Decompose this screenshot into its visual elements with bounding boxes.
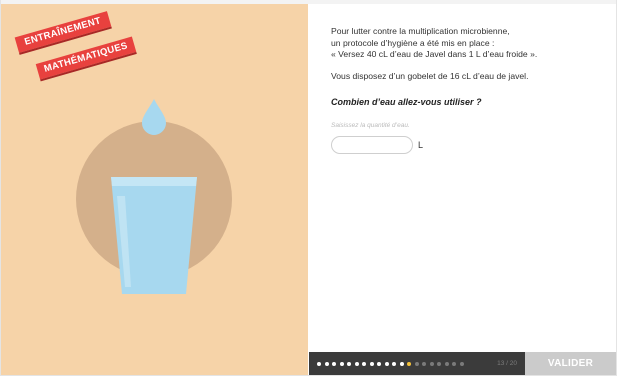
progress-dot	[414, 361, 419, 366]
instruction-line: un protocole d’hygiène a été mis en plac…	[331, 37, 495, 48]
progress-dot	[437, 361, 441, 366]
illustration-panel: ENTRAÎNEMENT MATHÉMATIQUES	[1, 4, 308, 375]
validate-button[interactable]: VALIDER	[525, 352, 616, 375]
water-drop-icon	[142, 99, 166, 135]
progress-dot	[362, 361, 366, 366]
instruction-line: Pour lutter contre la multiplication mic…	[331, 26, 510, 36]
progress-dot	[339, 361, 344, 366]
progress-dot	[317, 361, 321, 366]
instructions: Pour lutter contre la multiplication mic…	[331, 26, 596, 61]
progress-dot	[452, 361, 456, 366]
unit-label: L	[418, 140, 424, 150]
answer-hint: Saisissez la quantité d’eau.	[331, 122, 410, 129]
progress-dot	[377, 361, 381, 366]
progress-dot	[347, 361, 351, 366]
progress-dot	[369, 361, 374, 366]
progress-dot	[444, 361, 449, 366]
progress-dot	[384, 361, 389, 366]
progress-dot	[422, 361, 426, 366]
progress-dot	[459, 361, 464, 366]
progress-counter: 13 / 20	[497, 360, 517, 367]
info-text: Vous disposez d’un gobelet de 16 cL d’ea…	[331, 71, 529, 81]
progress-dot	[407, 361, 411, 366]
progress-dots	[317, 352, 464, 375]
question-text: Combien d’eau allez-vous utiliser ?	[331, 97, 482, 107]
progress-dot	[332, 361, 336, 366]
progress-dot	[399, 361, 404, 366]
progress-dot	[429, 361, 434, 366]
instruction-line: « Versez 40 cL d’eau de Javel dans 1 L d…	[331, 49, 538, 59]
progress-dot	[354, 361, 359, 366]
progress-dot	[392, 361, 396, 366]
progress-bar: 13 / 20	[309, 352, 525, 375]
glass-icon	[111, 177, 197, 294]
progress-dot	[324, 361, 329, 366]
answer-input[interactable]	[331, 136, 413, 154]
